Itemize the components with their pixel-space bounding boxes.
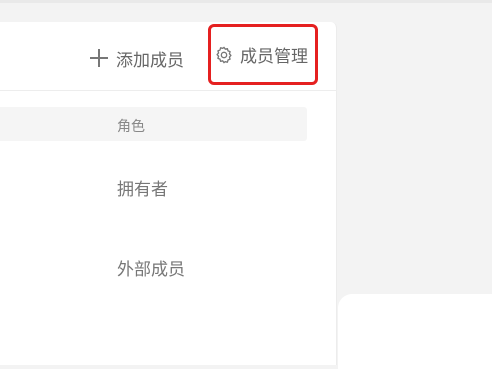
panel-header: 添加成员 成员管理 [0,22,337,91]
role-cell: 拥有者 [117,180,168,200]
table-header: 角色 [0,107,307,141]
table-row: 外部成员 [0,224,307,304]
plus-icon [90,49,108,67]
add-member-label: 添加成员 [116,50,184,71]
add-member-button[interactable]: 添加成员 [90,46,184,71]
table-row: 拥有者 [0,144,307,224]
members-panel: 添加成员 成员管理 角色 拥有者 外部成员 [0,22,337,365]
background-card [338,294,492,369]
member-management-button[interactable]: 成员管理 [208,24,318,85]
gear-icon [216,46,232,63]
role-cell: 外部成员 [117,260,185,280]
top-strip [0,0,492,3]
column-role-header: 角色 [117,119,145,135]
member-management-label: 成员管理 [240,47,308,67]
